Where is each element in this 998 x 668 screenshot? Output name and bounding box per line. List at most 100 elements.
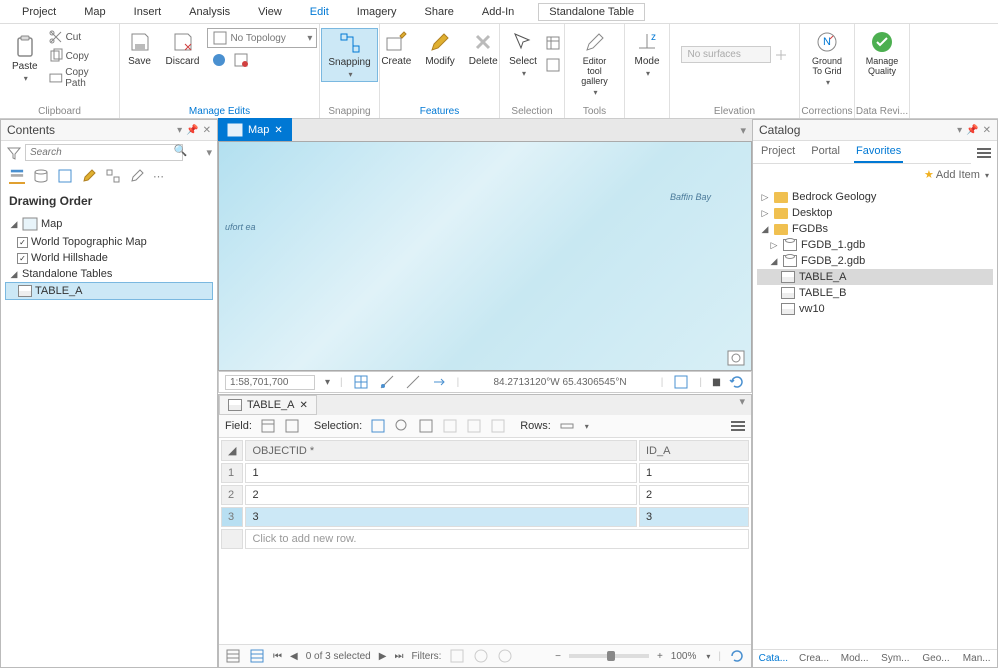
menu-addin[interactable]: Add-In — [468, 3, 528, 21]
rows-dropdown-icon[interactable]: ▾ — [585, 422, 589, 431]
table-tab[interactable]: TABLE_A ✕ — [219, 395, 317, 415]
list-by-selection-icon[interactable] — [57, 168, 73, 184]
mode-button[interactable]: zMode▾ — [629, 28, 666, 80]
table-row[interactable]: 333 — [221, 507, 749, 527]
map-view[interactable]: Baffin Bay ufort ea — [218, 141, 752, 371]
map-navigator-icon[interactable] — [727, 350, 745, 366]
list-by-editing-icon[interactable] — [81, 168, 97, 184]
row-selector-header[interactable]: ◢ — [221, 440, 243, 461]
table-tab-close-icon[interactable]: ✕ — [300, 400, 308, 411]
zoom-in-icon[interactable]: + — [657, 651, 663, 662]
switch-selection-icon[interactable] — [418, 418, 434, 434]
constraint-icon-2[interactable] — [379, 374, 395, 390]
scale-dropdown-icon[interactable]: ▾ — [325, 377, 330, 388]
btab-manage[interactable]: Man... — [956, 650, 997, 667]
zoom-to-selection-icon[interactable] — [394, 418, 410, 434]
zoom-slider[interactable] — [569, 654, 649, 658]
list-by-snapping-icon[interactable] — [105, 168, 121, 184]
copy-selection-icon[interactable] — [490, 418, 506, 434]
catalog-item-table-a[interactable]: TABLE_A — [757, 269, 993, 285]
catalog-pin-icon[interactable]: 📌 — [966, 125, 978, 136]
catalog-menu-icon[interactable] — [977, 148, 991, 158]
add-item-button[interactable]: ★Add Item ▾ — [753, 164, 997, 185]
map-tab-close-icon[interactable]: ✕ — [274, 125, 282, 136]
constraint-icon-4[interactable] — [431, 374, 447, 390]
btab-symbology[interactable]: Sym... — [875, 650, 916, 667]
refresh-icon[interactable] — [729, 374, 745, 390]
table-view-dropdown-icon[interactable]: ▾ — [733, 395, 751, 415]
btab-create[interactable]: Crea... — [794, 650, 835, 667]
surface-select[interactable]: No surfaces — [681, 46, 771, 63]
layer-world-hillshade[interactable]: ✓World Hillshade — [5, 250, 213, 266]
catalog-item-vw10[interactable]: vw10 — [757, 301, 993, 317]
modify-button[interactable]: Modify — [419, 28, 460, 69]
view-dropdown-icon[interactable]: ▾ — [734, 124, 752, 137]
contents-pin-icon[interactable]: 📌 — [186, 125, 198, 136]
zoom-out-icon[interactable]: − — [555, 651, 561, 662]
insert-row-icon[interactable] — [559, 418, 575, 434]
next-record-icon[interactable]: ▶ — [379, 651, 387, 662]
calculate-field-icon[interactable] — [284, 418, 300, 434]
table-a-node[interactable]: TABLE_A — [5, 282, 213, 300]
first-record-icon[interactable]: ⏮ — [273, 651, 282, 662]
btab-modify[interactable]: Mod... — [834, 650, 875, 667]
pause-drawing-icon[interactable]: ▮▮ — [712, 377, 719, 388]
layer-world-topographic[interactable]: ✓World Topographic Map — [5, 234, 213, 250]
table-row[interactable]: 222 — [221, 485, 749, 505]
topology-select[interactable]: No Topology▾ — [207, 28, 317, 48]
manage-quality-button[interactable]: Manage Quality — [860, 28, 905, 78]
zoom-level[interactable]: 100% — [671, 651, 697, 662]
standalone-tables-node[interactable]: ◢Standalone Tables — [5, 266, 213, 282]
select-by-attr-icon[interactable] — [370, 418, 386, 434]
discard-edits-button[interactable]: Discard — [160, 28, 206, 69]
col-objectid[interactable]: OBJECTID * — [245, 440, 637, 461]
list-by-source-icon[interactable] — [33, 168, 49, 184]
selected-features-icon[interactable] — [673, 374, 689, 390]
catalog-item-gdb1[interactable]: ▷FGDB_1.gdb — [757, 237, 993, 253]
delete-button[interactable]: Delete — [463, 28, 504, 69]
catalog-item-table-b[interactable]: TABLE_B — [757, 285, 993, 301]
features-group-label[interactable]: Features — [380, 106, 499, 117]
surface-add-icon[interactable] — [773, 47, 789, 63]
table-row[interactable]: 111 — [221, 463, 749, 483]
ground-to-grid-button[interactable]: NGround To Grid▾ — [806, 28, 848, 89]
col-ida[interactable]: ID_A — [639, 440, 749, 461]
cut-button[interactable]: Cut — [46, 28, 113, 46]
prev-record-icon[interactable]: ◀ — [290, 651, 298, 662]
contents-search-dropdown[interactable]: ▾ — [206, 146, 212, 159]
error-inspector-icon[interactable] — [233, 52, 249, 68]
filter-extent-icon[interactable] — [449, 648, 465, 664]
last-record-icon[interactable]: ⏭ — [394, 651, 403, 662]
list-by-labeling-icon[interactable] — [129, 168, 145, 184]
clear-table-selection-icon[interactable] — [442, 418, 458, 434]
select-button[interactable]: Select▾ — [503, 28, 543, 80]
copypath-button[interactable]: Copy Path — [46, 66, 113, 90]
menu-project[interactable]: Project — [8, 3, 70, 21]
menu-view[interactable]: View — [244, 3, 296, 21]
add-field-icon[interactable] — [260, 418, 276, 434]
catalog-item-desktop[interactable]: ▷Desktop — [757, 205, 993, 221]
table-refresh-icon[interactable] — [729, 648, 745, 664]
filter-time-icon[interactable] — [473, 648, 489, 664]
map-node[interactable]: ◢Map — [5, 214, 213, 234]
list-by-drawing-order-icon[interactable] — [9, 168, 25, 184]
snapping-button[interactable]: Snapping▾ — [321, 28, 377, 82]
filter-range-icon[interactable] — [497, 648, 513, 664]
filter-icon[interactable] — [6, 145, 22, 161]
menu-share[interactable]: Share — [411, 3, 468, 21]
delete-selection-icon[interactable] — [466, 418, 482, 434]
menu-map[interactable]: Map — [70, 3, 119, 21]
catalog-close-icon[interactable]: ✕ — [983, 125, 991, 136]
save-edits-button[interactable]: Save — [122, 28, 158, 69]
add-row[interactable]: Click to add new row. — [221, 529, 749, 549]
constraint-icon-1[interactable] — [353, 374, 369, 390]
contents-close-icon[interactable]: ✕ — [203, 125, 211, 136]
catalog-item-bedrock[interactable]: ▷Bedrock Geology — [757, 189, 993, 205]
menu-edit[interactable]: Edit — [296, 3, 343, 21]
show-all-icon[interactable] — [225, 648, 241, 664]
catalog-dropdown-icon[interactable]: ▾ — [957, 125, 962, 136]
constraint-icon-3[interactable] — [405, 374, 421, 390]
menu-analysis[interactable]: Analysis — [175, 3, 244, 21]
paste-button[interactable]: Paste▾ — [6, 33, 44, 85]
btab-catalog[interactable]: Cata... — [753, 650, 794, 667]
